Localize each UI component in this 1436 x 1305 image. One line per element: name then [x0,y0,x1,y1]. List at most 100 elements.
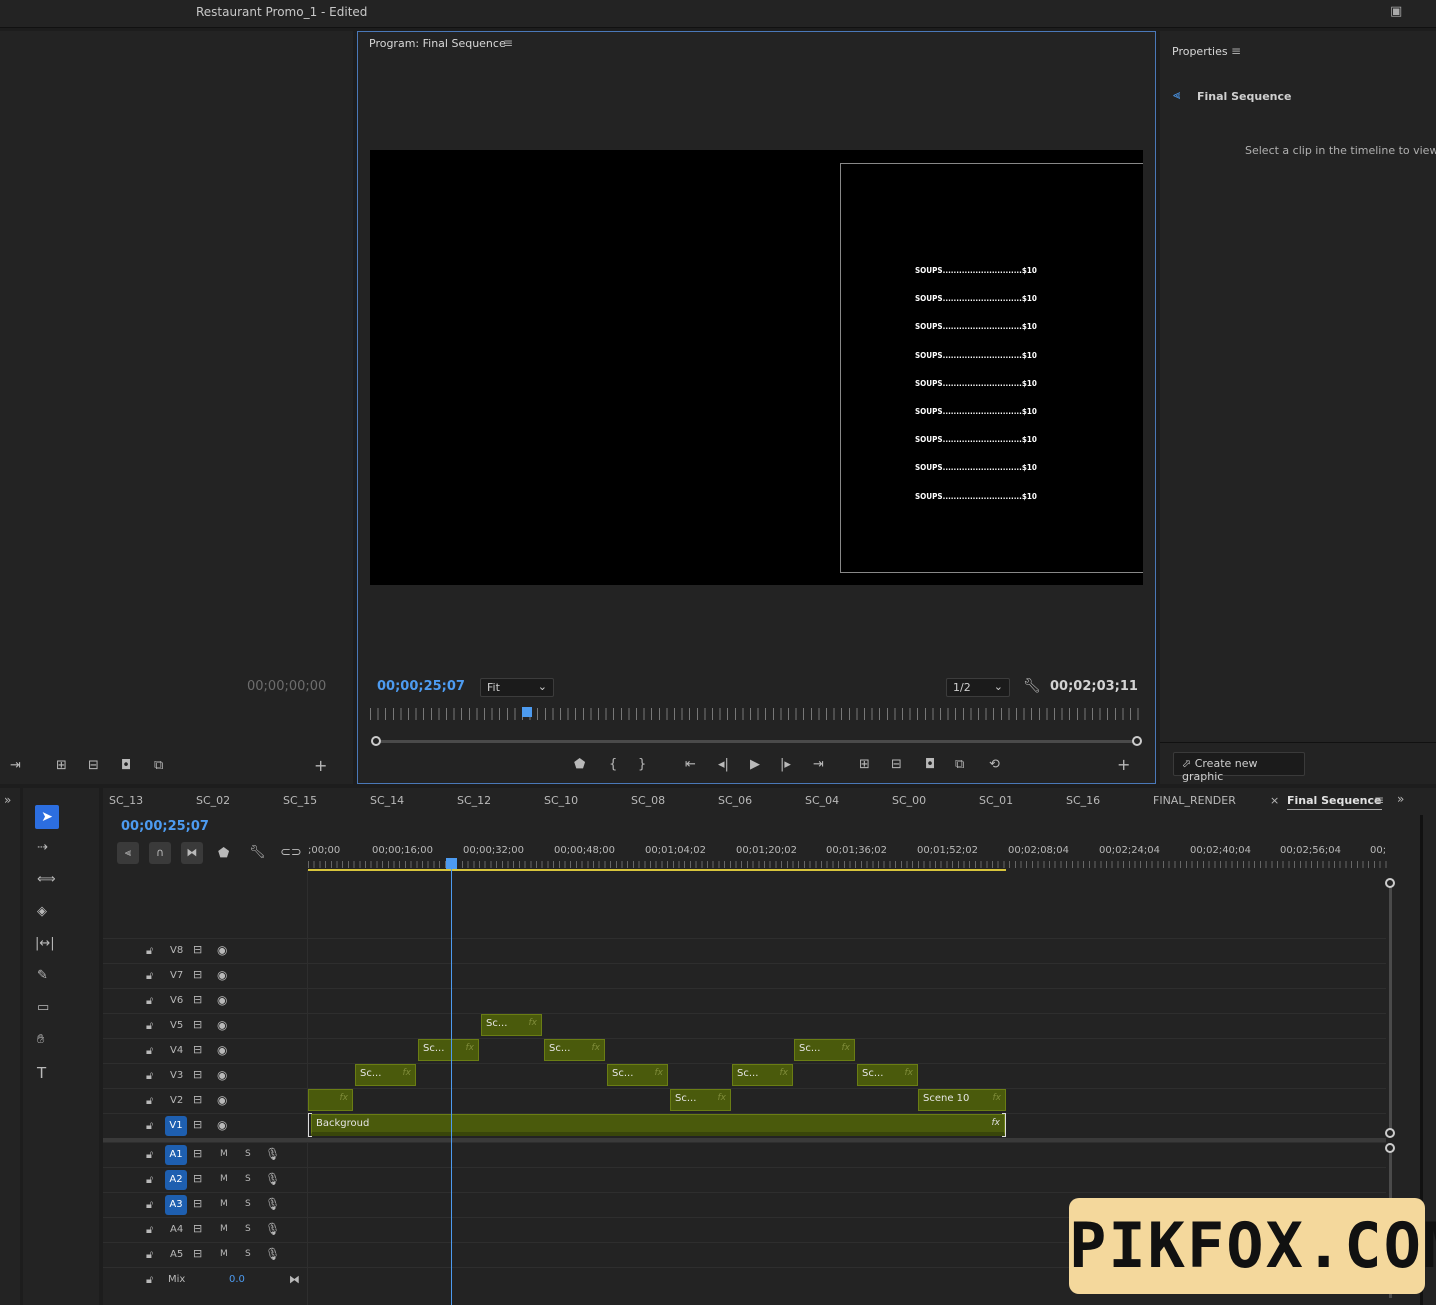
work-area-bar[interactable] [308,869,1006,871]
panel-menu-icon[interactable]: ≡ [503,36,513,50]
overflow-icon[interactable]: » [1397,792,1404,806]
comparison-view-icon[interactable]: ⧉ [955,757,964,772]
lock-icon[interactable]: 🔓︎ [146,1019,153,1033]
sync-lock-icon[interactable]: ⊟ [193,1093,202,1106]
eye-icon[interactable]: ◉ [217,1093,227,1107]
video-scrollbar[interactable] [1389,883,1392,1133]
track-label[interactable]: A5 [170,1249,183,1260]
step-back-icon[interactable]: ◂| [718,757,729,772]
eye-icon[interactable]: ◉ [217,1018,227,1032]
solo-button[interactable]: S [245,1249,251,1259]
sync-lock-icon[interactable]: ⊟ [193,993,202,1006]
panel-menu-icon[interactable]: ≡ [1374,793,1384,807]
eye-icon[interactable]: ◉ [217,1118,227,1132]
step-forward-icon[interactable]: |▸ [780,757,791,772]
microphone-icon[interactable]: 🎙︎ [265,1197,280,1211]
panel-menu-icon[interactable]: ≡ [1231,44,1241,58]
nest-toggle-icon[interactable]: ⫷ [117,842,139,864]
resolution-select[interactable]: 1/2 ⌄ [946,678,1010,697]
sync-lock-icon[interactable]: ⊟ [193,1222,202,1235]
sync-lock-icon[interactable]: ⊟ [193,943,202,956]
sync-lock-icon[interactable]: ⊟ [193,1118,202,1131]
add-marker-icon[interactable]: ⬟ [218,846,229,861]
play-icon[interactable]: ▶ [750,757,760,772]
lock-icon[interactable]: 🔓︎ [146,969,153,983]
clip-scene10[interactable]: Scene 10 fx [918,1089,1006,1111]
track-label[interactable]: V6 [170,995,183,1006]
sync-lock-icon[interactable]: ⊟ [193,1197,202,1210]
program-playhead[interactable] [522,707,532,717]
type-tool-icon[interactable]: T [37,1064,46,1082]
track-label[interactable]: A4 [170,1224,183,1235]
tab-sc02[interactable]: SC_02 [196,794,230,807]
go-to-in-icon[interactable]: ⇤ [685,757,696,772]
microphone-icon[interactable]: 🎙︎ [265,1247,280,1261]
tab-sc16[interactable]: SC_16 [1066,794,1100,807]
sync-lock-icon[interactable]: ⊟ [193,1247,202,1260]
clip-background[interactable]: Backgroud fx [311,1114,1005,1136]
extract-icon[interactable]: ⊟ [891,757,902,772]
lock-icon[interactable]: 🔓︎ [146,1148,153,1162]
clip-v4[interactable]: Sc... fx [544,1039,605,1061]
sync-lock-icon[interactable]: ⊟ [193,1043,202,1056]
track-label-v1[interactable]: V1 [165,1116,187,1136]
lock-icon[interactable]: 🔓︎ [146,994,153,1008]
razor-icon[interactable]: ◈ [37,904,47,919]
scrollbar-left-handle[interactable] [371,736,381,746]
scroll-handle[interactable] [1385,1128,1395,1138]
tab-sc12[interactable]: SC_12 [457,794,491,807]
mute-button[interactable]: M [220,1249,228,1259]
tab-sc00[interactable]: SC_00 [892,794,926,807]
track-label[interactable]: V4 [170,1045,183,1056]
microphone-icon[interactable]: 🎙︎ [265,1147,280,1161]
solo-button[interactable]: S [245,1174,251,1184]
pen-icon[interactable]: ✎ [37,968,48,983]
eye-icon[interactable]: ◉ [217,1068,227,1082]
clip-out-bracket[interactable] [1002,1113,1006,1137]
tab-final-sequence[interactable]: Final Sequence [1287,794,1382,810]
mute-button[interactable]: M [220,1199,228,1209]
solo-button[interactable]: S [245,1149,251,1159]
playhead-line[interactable] [451,868,452,1305]
av-divider[interactable] [103,1138,1386,1142]
lock-icon[interactable]: 🔓︎ [146,1273,153,1287]
lock-icon[interactable]: 🔓︎ [146,944,153,958]
track-select-icon[interactable]: ⇢ [37,840,48,855]
rectangle-icon[interactable]: ▭ [37,1000,49,1015]
export-icon[interactable]: ⧉ [154,758,163,773]
clip-v3[interactable]: Sc... fx [857,1064,918,1086]
camera-icon[interactable]: ◘ [121,758,131,773]
tab-sc15[interactable]: SC_15 [283,794,317,807]
workspace-icon[interactable]: ▣ [1390,4,1402,19]
overwrite-icon[interactable]: ⊟ [88,758,99,773]
slip-tool-icon[interactable]: |↔| [35,936,55,951]
track-label[interactable]: V2 [170,1095,183,1106]
lock-icon[interactable]: 🔓︎ [146,1044,153,1058]
eye-icon[interactable]: ◉ [217,943,227,957]
lock-icon[interactable]: 🔓︎ [146,1069,153,1083]
timeline-timecode[interactable]: 00;00;25;07 [121,819,209,834]
track-label[interactable]: V3 [170,1070,183,1081]
track-label[interactable]: V5 [170,1020,183,1031]
snap-icon[interactable]: ∩ [149,842,171,864]
solo-button[interactable]: S [245,1224,251,1234]
clip-v3[interactable]: Sc... fx [732,1064,793,1086]
clip-v3[interactable]: Sc... fx [355,1064,416,1086]
tab-sc08[interactable]: SC_08 [631,794,665,807]
lock-icon[interactable]: 🔓︎ [146,1223,153,1237]
sync-lock-icon[interactable]: ⊟ [193,968,202,981]
clip-in-bracket[interactable] [308,1113,312,1137]
sync-lock-icon[interactable]: ⊟ [193,1018,202,1031]
mark-in-icon[interactable]: { [609,757,617,772]
tab-sc06[interactable]: SC_06 [718,794,752,807]
lock-icon[interactable]: 🔓︎ [146,1248,153,1262]
expand-icon[interactable]: » [4,793,11,807]
sync-lock-icon[interactable]: ⊟ [193,1147,202,1160]
export-frame-icon[interactable]: ◘ [925,757,935,772]
program-current-timecode[interactable]: 00;00;25;07 [377,679,465,694]
clip-v4[interactable]: Sc... fx [418,1039,479,1061]
hand-icon[interactable]: ✋︎ [37,1032,44,1047]
insert-icon[interactable]: ⇥ [10,758,21,773]
marker-icon[interactable]: ⬟ [574,757,585,772]
mute-button[interactable]: M [220,1174,228,1184]
